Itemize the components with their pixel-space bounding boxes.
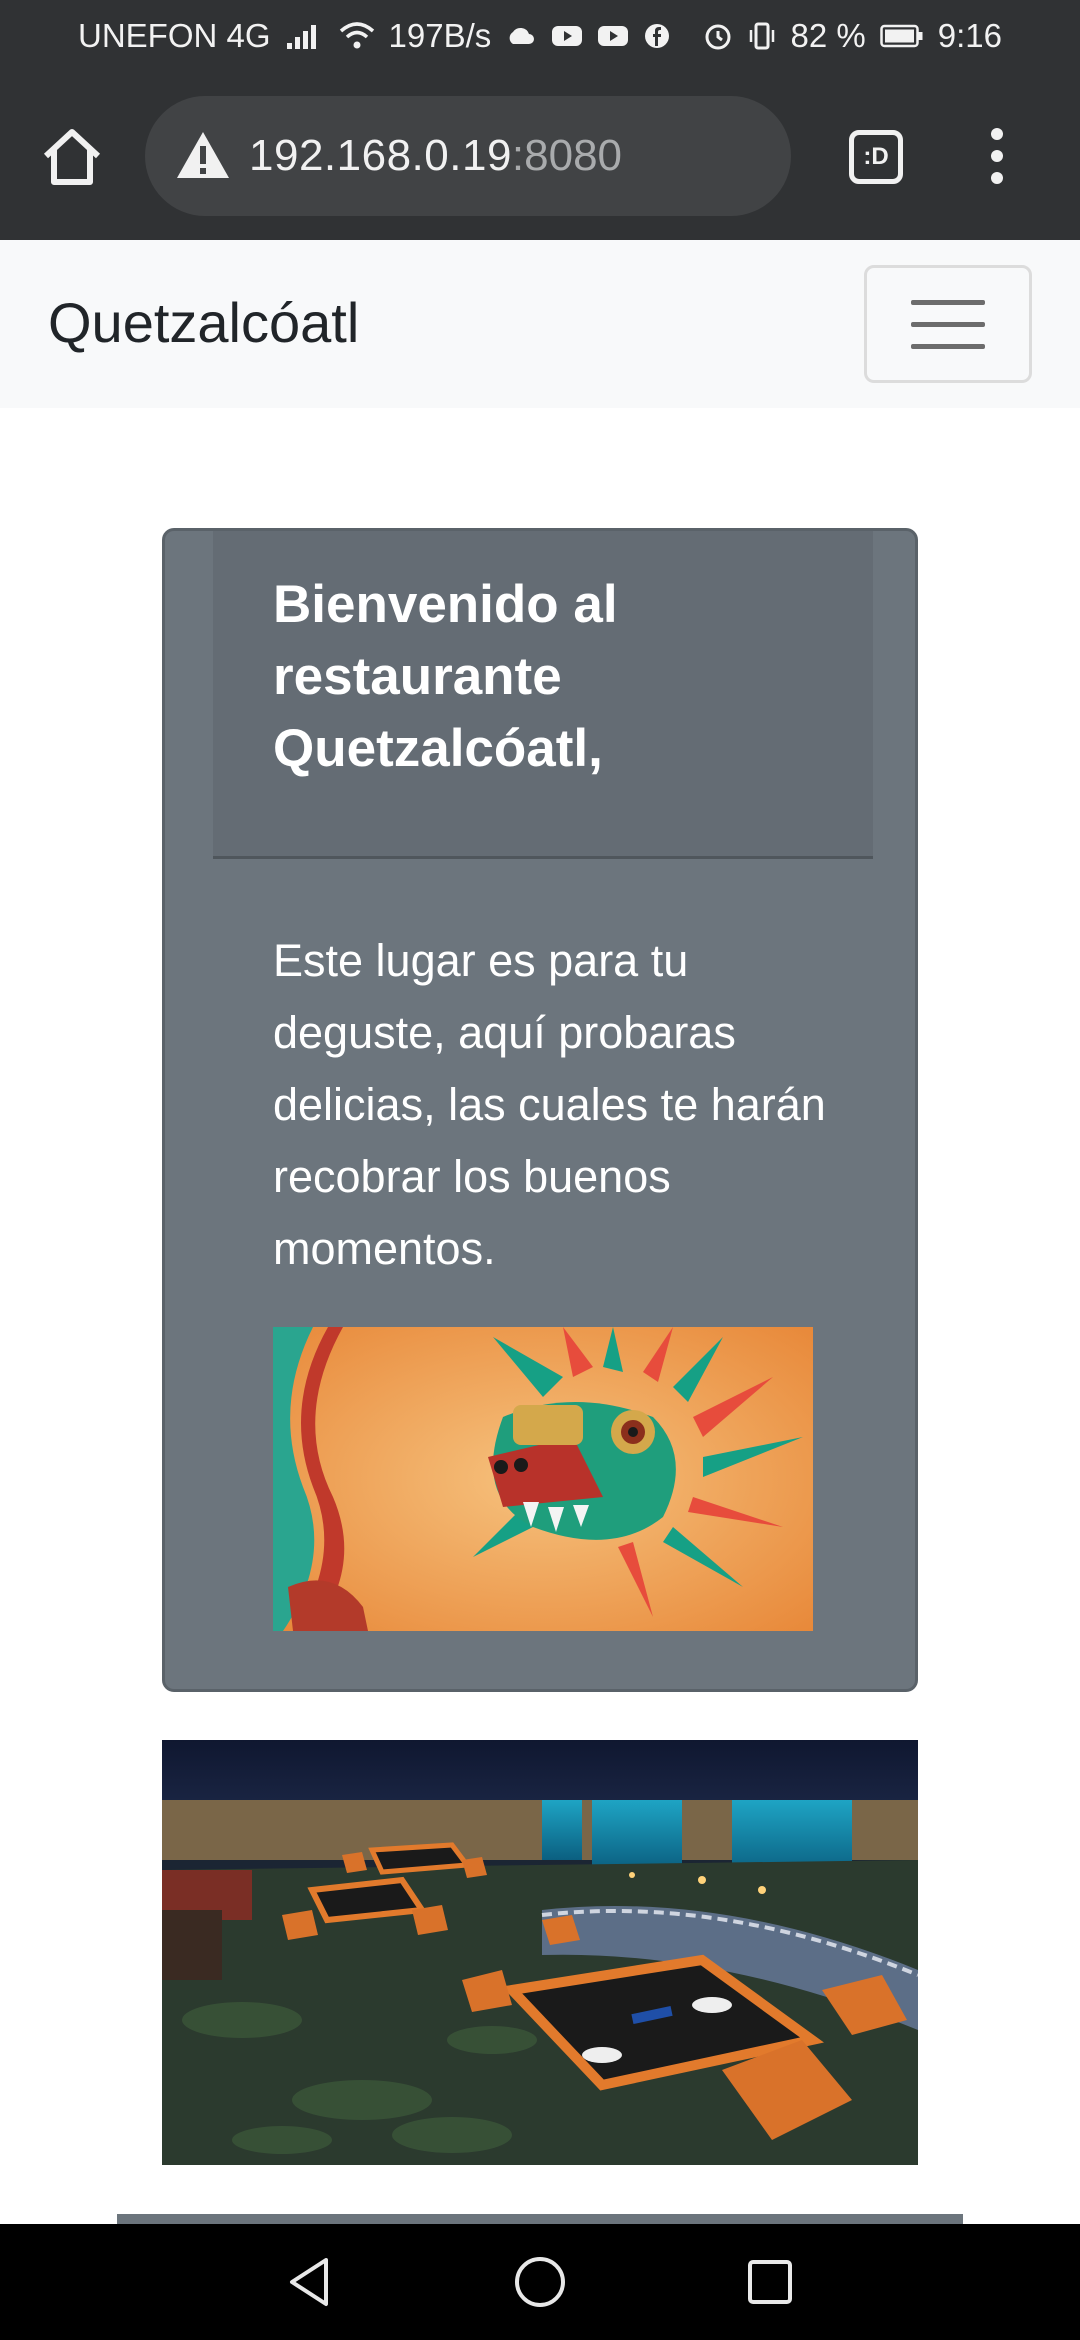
- card-text: Este lugar es para tu deguste, aquí prob…: [273, 935, 826, 1274]
- navbar-brand[interactable]: Quetzalcóatl: [48, 290, 359, 355]
- next-card-edge: [117, 2214, 963, 2224]
- restaurant-image: [162, 1740, 918, 2165]
- quetzalcoatl-image: [273, 1327, 813, 1631]
- home-icon[interactable]: [38, 122, 106, 190]
- clock: 9:16: [937, 17, 1002, 54]
- alarm-icon: [703, 21, 733, 51]
- battery-icon: [880, 24, 924, 48]
- status-left: UNEFON 4G 197B/s: [78, 17, 671, 55]
- hamburger-line: [911, 343, 985, 349]
- browser-toolbar: 192.168.0.19:8080 :D: [0, 72, 1080, 240]
- signal-icon: [285, 21, 325, 51]
- cloud-icon: [505, 24, 537, 48]
- site-navbar: Quetzalcóatl: [0, 240, 1080, 408]
- more-menu-icon[interactable]: [977, 126, 1017, 186]
- vibrate-icon: [747, 21, 777, 51]
- net-speed: 197B/s: [388, 17, 492, 54]
- navbar-toggler-button[interactable]: [864, 265, 1032, 383]
- status-bar: UNEFON 4G 197B/s 82 % 9:16: [0, 0, 1080, 72]
- system-navigation-bar: [0, 2224, 1080, 2340]
- back-icon[interactable]: [282, 2254, 338, 2310]
- card-header: Bienvenido al restaurante Quetzalcóatl,: [213, 531, 873, 859]
- welcome-card: Bienvenido al restaurante Quetzalcóatl, …: [162, 528, 918, 1692]
- url-host: 192.168.0.19: [249, 131, 512, 180]
- address-bar[interactable]: 192.168.0.19:8080: [145, 96, 791, 216]
- card-title: Bienvenido al restaurante Quetzalcóatl,: [273, 575, 618, 778]
- hamburger-line: [911, 321, 985, 327]
- hamburger-line: [911, 299, 985, 305]
- url-port: :8080: [511, 131, 623, 180]
- home-circle-icon[interactable]: [512, 2254, 568, 2310]
- carrier-label: UNEFON 4G: [78, 17, 271, 54]
- youtube-icon: [597, 24, 629, 48]
- status-right: 82 % 9:16: [703, 17, 1002, 55]
- recents-icon[interactable]: [742, 2254, 798, 2310]
- wifi-icon: [339, 21, 375, 51]
- tab-switcher-button[interactable]: :D: [849, 130, 903, 184]
- facebook-icon: [643, 22, 671, 50]
- warning-icon[interactable]: [175, 128, 231, 184]
- battery-percent: 82 %: [790, 17, 866, 54]
- youtube-icon: [551, 24, 583, 48]
